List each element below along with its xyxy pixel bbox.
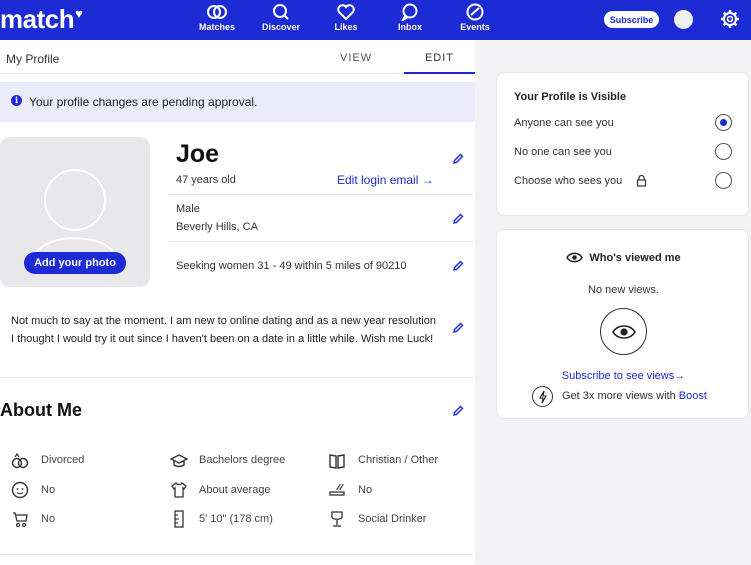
nav-discover[interactable]: Discover xyxy=(251,3,311,32)
profile-photo-placeholder[interactable]: Add your photo xyxy=(0,137,150,287)
tab-edit[interactable]: EDIT xyxy=(404,40,475,74)
visibility-option-no-one-label: No one can see you xyxy=(514,146,612,158)
profile-tabs: My Profile VIEW EDIT xyxy=(0,40,475,74)
top-navigation-bar: match♥ Matches Discover Likes Inbox Even… xyxy=(0,0,751,40)
no-new-views-text: No new views. xyxy=(588,284,659,296)
shirt-icon xyxy=(171,482,187,498)
nav-inbox-label: Inbox xyxy=(398,22,422,32)
ticket-icon xyxy=(466,3,484,21)
user-avatar[interactable] xyxy=(674,10,693,29)
visibility-option-anyone-label: Anyone can see you xyxy=(514,117,614,129)
edit-login-email-link[interactable]: Edit login email → xyxy=(337,173,434,187)
edit-seeking-pencil-icon[interactable] xyxy=(452,260,464,272)
about-me-heading: About Me xyxy=(0,400,82,420)
nav-discover-label: Discover xyxy=(261,22,301,32)
divider xyxy=(0,377,473,378)
graduation-cap-icon xyxy=(170,454,188,468)
baby-face-icon xyxy=(11,481,29,499)
attr-smoking: No xyxy=(358,484,373,496)
attr-wants-children: No xyxy=(41,513,56,525)
nav-events-label: Events xyxy=(460,22,490,32)
pending-approval-banner: i Your profile changes are pending appro… xyxy=(0,82,475,122)
eye-large-icon xyxy=(612,325,636,339)
divider xyxy=(168,241,473,242)
subscribe-button[interactable]: Subscribe xyxy=(604,11,659,28)
visibility-option-anyone-radio[interactable] xyxy=(715,114,732,131)
visibility-option-no-one-radio[interactable] xyxy=(715,143,732,160)
profile-visibility-card: Your Profile is Visible Anyone can see y… xyxy=(496,72,749,216)
visibility-title: Your Profile is Visible xyxy=(514,91,627,103)
attr-height: 5' 10" (178 cm) xyxy=(199,513,273,525)
nav-matches-label: Matches xyxy=(198,22,235,32)
attr-drinking: Social Drinker xyxy=(358,513,427,525)
nav-likes-label: Likes xyxy=(334,22,358,32)
chat-bubble-icon xyxy=(401,3,418,21)
stroller-icon xyxy=(13,512,28,528)
wine-glass-icon xyxy=(331,511,343,527)
eye-icon xyxy=(566,252,584,263)
attr-children: No xyxy=(41,484,56,496)
boost-link[interactable]: Boost xyxy=(679,390,707,402)
whos-viewed-me-label: Who's viewed me xyxy=(589,252,681,264)
profile-location: Beverly Hills, CA xyxy=(176,221,258,233)
lightning-bolt-icon xyxy=(539,390,547,404)
edit-about-pencil-icon[interactable] xyxy=(452,405,464,417)
page-title: My Profile xyxy=(6,52,60,66)
profile-seeking: Seeking women 31 - 49 within 5 miles of … xyxy=(176,260,407,272)
gear-icon[interactable] xyxy=(720,9,740,29)
nav-events[interactable]: Events xyxy=(445,3,505,32)
boost-bolt-badge xyxy=(532,386,553,407)
info-icon: i xyxy=(11,95,22,106)
add-photo-button[interactable]: Add your photo xyxy=(24,252,126,274)
match-logo[interactable]: match♥ xyxy=(0,4,83,35)
whos-viewed-me-card: Who's viewed me No new views. Subscribe … xyxy=(496,229,749,419)
divider xyxy=(168,194,473,195)
boost-promo-text: Get 3x more views with xyxy=(562,390,679,402)
pending-approval-text: Your profile changes are pending approva… xyxy=(29,95,258,109)
subscribe-to-see-views-link[interactable]: Subscribe to see views→ xyxy=(497,370,750,382)
smoking-icon xyxy=(329,483,345,496)
divider xyxy=(0,554,473,555)
attr-marital-status: Divorced xyxy=(41,454,85,466)
viewers-eye-badge xyxy=(600,308,647,355)
edit-bio-pencil-icon[interactable] xyxy=(452,322,464,334)
profile-age: 47 years old xyxy=(176,174,236,186)
rings-icon xyxy=(11,452,29,469)
tab-view[interactable]: VIEW xyxy=(340,52,372,64)
book-icon xyxy=(329,454,345,469)
whos-viewed-me-title: Who's viewed me xyxy=(497,251,750,264)
visibility-option-choose-label: Choose who sees you xyxy=(514,175,623,187)
profile-bio: Not much to say at the moment. I am new … xyxy=(11,315,436,345)
lock-icon xyxy=(636,175,647,187)
matches-icon xyxy=(207,5,227,19)
profile-name: Joe xyxy=(176,140,220,168)
attr-body-type: About average xyxy=(199,484,271,496)
search-icon xyxy=(273,4,289,20)
attr-education: Bachelors degree xyxy=(199,454,286,466)
edit-name-pencil-icon[interactable] xyxy=(452,153,464,165)
attr-religion: Christian / Other xyxy=(358,454,439,466)
visibility-option-choose-radio[interactable] xyxy=(715,172,732,189)
ruler-icon xyxy=(174,510,184,528)
profile-edit-panel: My Profile VIEW EDIT i Your profile chan… xyxy=(0,40,475,565)
edit-basics-pencil-icon[interactable] xyxy=(452,213,464,225)
nav-inbox[interactable]: Inbox xyxy=(380,3,440,32)
heart-icon xyxy=(337,4,355,21)
nav-likes[interactable]: Likes xyxy=(316,3,376,32)
nav-matches[interactable]: Matches xyxy=(187,3,247,32)
profile-gender: Male xyxy=(176,203,200,215)
